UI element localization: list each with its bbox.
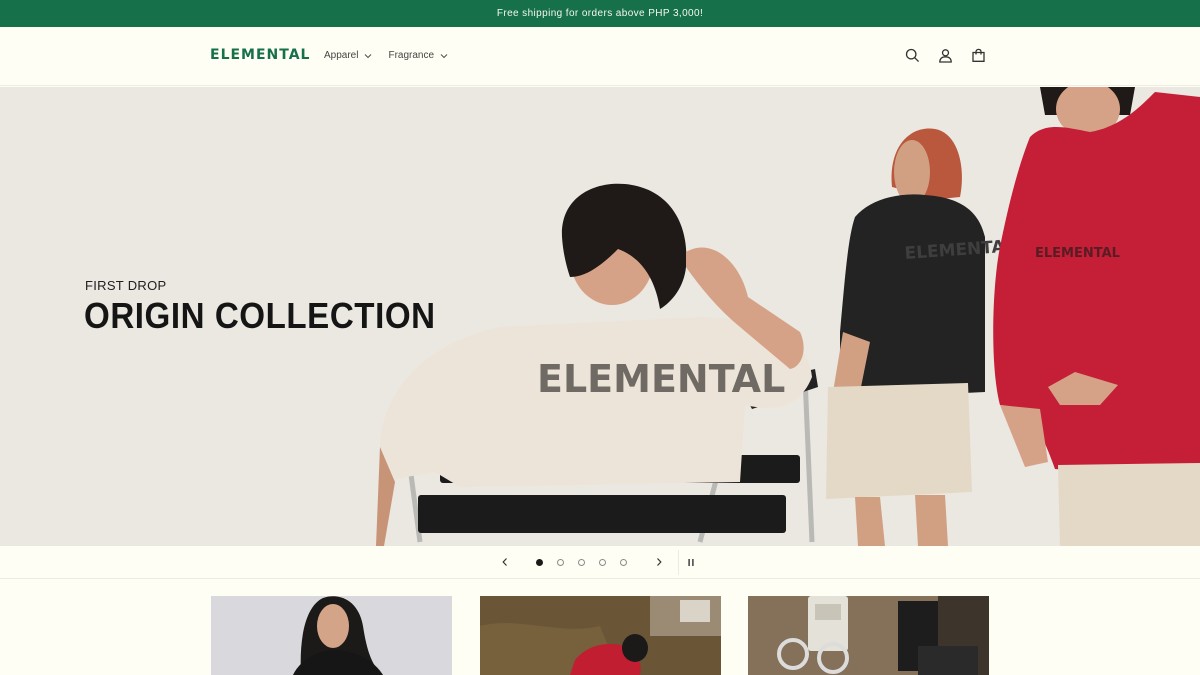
nav-item-fragrance[interactable]: Fragrance	[388, 50, 448, 61]
black-tee-model-illustration: ELEMENTAL	[826, 128, 1016, 546]
slide-dot-2[interactable]	[557, 559, 564, 566]
controls-divider	[678, 550, 679, 575]
card-image	[748, 596, 989, 675]
search-icon	[905, 48, 920, 63]
cart-icon	[972, 48, 985, 62]
hero-eyebrow: FIRST DROP	[85, 278, 167, 293]
search-button[interactable]	[904, 47, 921, 64]
previous-icon	[502, 558, 507, 566]
hoodie-print-text: ELEMENTAL	[1035, 246, 1120, 261]
main-nav: Apparel Fragrance	[324, 50, 448, 61]
red-hoodie-model-illustration: ELEMENTAL	[993, 87, 1200, 546]
nav-item-label: Apparel	[324, 50, 359, 61]
slide-dot-3[interactable]	[578, 559, 585, 566]
pause-icon	[688, 558, 694, 566]
collection-card-2[interactable]	[480, 596, 721, 675]
slide-dot-5[interactable]	[620, 559, 627, 566]
pause-slideshow-button[interactable]	[684, 555, 698, 569]
next-slide-button[interactable]	[652, 555, 666, 569]
collection-card-3[interactable]	[748, 596, 989, 675]
header-icons	[904, 47, 987, 64]
collection-card-1[interactable]	[211, 596, 452, 675]
hero-banner: ELEMENTAL ELEMENTAL ELEMENTAL FIRST DROP…	[0, 87, 1200, 546]
card-image	[480, 596, 721, 675]
seated-model-illustration: ELEMENTAL	[376, 183, 812, 546]
hero-title: ORIGIN COLLECTION	[84, 295, 436, 336]
slide-dot-4[interactable]	[599, 559, 606, 566]
cart-button[interactable]	[970, 47, 987, 64]
slide-dot-1[interactable]	[536, 559, 543, 566]
shirt-print-text: ELEMENTAL	[537, 357, 785, 401]
next-icon	[657, 558, 662, 566]
chevron-down-icon	[365, 53, 372, 58]
site-logo[interactable]: ELEMENTAL	[210, 47, 310, 63]
card-image	[293, 596, 383, 675]
account-icon	[939, 49, 952, 63]
site-header: ELEMENTAL Apparel Fragrance	[0, 27, 1200, 86]
nav-item-label: Fragrance	[388, 50, 435, 61]
chevron-down-icon	[440, 53, 448, 58]
announcement-bar: Free shipping for orders above PHP 3,000…	[0, 0, 1200, 27]
account-button[interactable]	[937, 47, 954, 64]
previous-slide-button[interactable]	[498, 555, 512, 569]
announcement-text: Free shipping for orders above PHP 3,000…	[496, 8, 704, 19]
nav-item-apparel[interactable]: Apparel	[324, 50, 372, 61]
slideshow-controls	[0, 546, 1200, 579]
